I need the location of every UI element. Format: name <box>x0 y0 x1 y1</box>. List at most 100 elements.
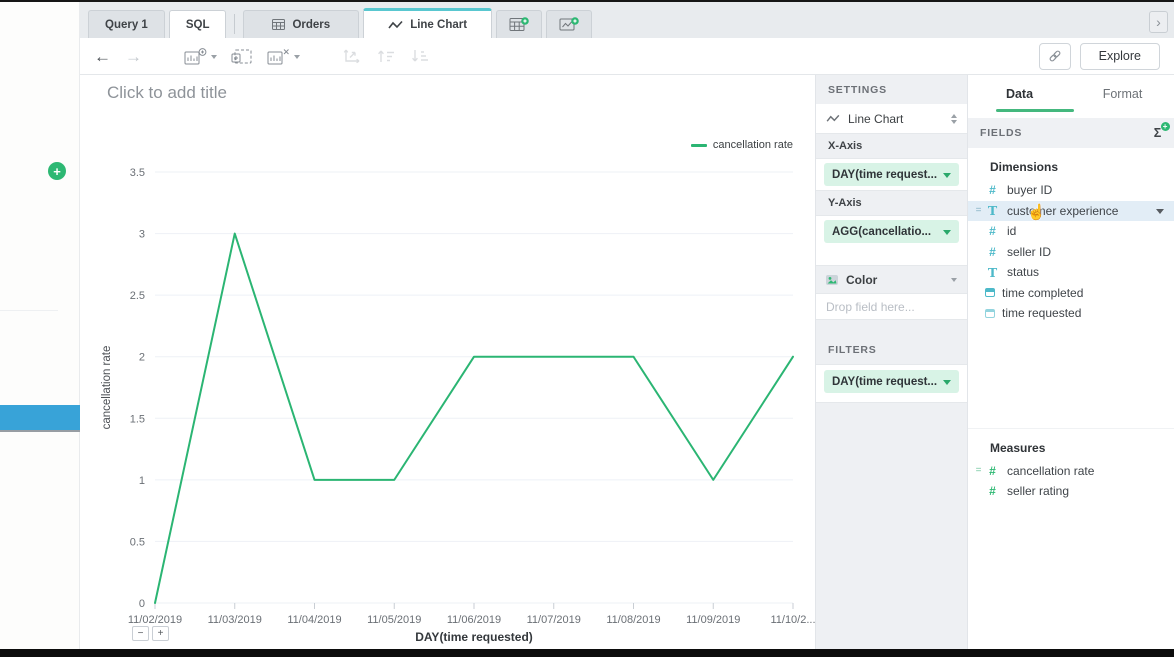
add-chart-tab[interactable] <box>546 10 592 38</box>
text-field-icon: T <box>985 203 1000 218</box>
swap-axes-button[interactable] <box>342 48 362 65</box>
chart-plus-icon <box>184 48 208 65</box>
tab-orders[interactable]: Orders <box>243 10 359 38</box>
tab-label: Line Chart <box>410 19 467 31</box>
zoom-out-button[interactable]: − <box>132 626 149 641</box>
chevron-down-icon[interactable] <box>951 278 957 285</box>
chart-title-placeholder[interactable]: Click to add title <box>107 83 227 103</box>
svg-text:11/09/2019: 11/09/2019 <box>686 614 740 626</box>
chart-type-select[interactable]: Line Chart <box>816 104 967 134</box>
measure-row[interactable]: =#cancellation rate <box>968 461 1174 482</box>
filter-field-pill[interactable]: DAY(time request... <box>824 370 959 393</box>
y-axis-section-label: Y-Axis <box>816 191 967 215</box>
color-section-toggle[interactable]: Color <box>816 266 967 293</box>
hash-icon: # <box>985 183 1000 197</box>
legend-label: cancellation rate <box>713 139 793 151</box>
calendar-icon <box>985 288 995 297</box>
add-report-button[interactable]: + <box>48 162 66 180</box>
field-label: buyer ID <box>1007 183 1164 197</box>
chart-panel: Click to add title cancellation rate 00.… <box>80 75 815 649</box>
hash-icon: # <box>985 224 1000 238</box>
drop-placeholder: Drop field here... <box>826 300 915 314</box>
x-axis-section-label: X-Axis <box>816 134 967 158</box>
explore-button[interactable]: Explore <box>1080 43 1160 70</box>
calendar-icon <box>985 309 995 318</box>
svg-text:cancellation rate: cancellation rate <box>101 346 113 430</box>
sort-asc-icon <box>376 48 396 64</box>
chart-remove-icon <box>267 48 291 65</box>
sidebar-selection-bar[interactable] <box>0 405 80 432</box>
dimension-row[interactable]: # buyer ID <box>968 180 1174 201</box>
add-table-tab[interactable] <box>496 10 542 38</box>
drag-handle[interactable]: = <box>972 206 985 216</box>
fields-header-bar: FIELDS <box>968 118 1174 148</box>
fields-tabs: Data Format <box>968 75 1174 113</box>
dimension-row[interactable]: time requested <box>968 303 1174 324</box>
y-axis-field-value: AGG(cancellatio... <box>832 226 943 238</box>
measures-section: Measures =#cancellation rate#seller rati… <box>968 428 1174 502</box>
hand-cursor-icon <box>1027 203 1046 221</box>
fields-header-label: FIELDS <box>980 127 1022 139</box>
window-bottom-edge <box>0 649 1174 657</box>
field-label: time completed <box>1002 286 1164 300</box>
duplicate-chart-button[interactable] <box>231 48 253 65</box>
measure-row[interactable]: #seller rating <box>968 481 1174 502</box>
add-calculation-icon[interactable] <box>1154 126 1162 140</box>
color-section-label: Color <box>846 273 877 287</box>
svg-text:11/02/2019: 11/02/2019 <box>128 614 182 626</box>
svg-text:1: 1 <box>139 475 145 487</box>
explore-label: Explore <box>1099 49 1141 63</box>
svg-text:3.5: 3.5 <box>130 167 145 179</box>
y-axis-field-pill[interactable]: AGG(cancellatio... <box>824 220 959 243</box>
svg-text:11/05/2019: 11/05/2019 <box>367 614 421 626</box>
sort-descending-button[interactable] <box>410 48 430 64</box>
measures-title: Measures <box>968 441 1174 461</box>
chevron-down-icon <box>294 55 300 62</box>
dimension-row[interactable]: Tstatus <box>968 262 1174 283</box>
chart-add-icon <box>559 17 579 33</box>
hash-icon: # <box>985 464 1000 478</box>
svg-text:3: 3 <box>139 229 145 241</box>
chevron-down-icon[interactable] <box>943 380 951 389</box>
select-stepper-icon <box>951 111 957 127</box>
left-sidebar: + <box>0 2 80 649</box>
fields-panel: Data Format FIELDS Dimensions #buyer ID=… <box>967 75 1174 649</box>
remove-chart-button[interactable] <box>267 48 300 65</box>
chart-plot[interactable]: 00.511.522.533.511/02/201911/03/201911/0… <box>80 75 815 649</box>
x-axis-field-value: DAY(time request... <box>832 169 943 181</box>
dimension-row[interactable]: =Tcustomer experience <box>968 201 1174 222</box>
forward-arrow-icon[interactable] <box>125 48 142 65</box>
sort-ascending-button[interactable] <box>376 48 396 64</box>
tab-data[interactable]: Data <box>968 75 1071 113</box>
share-link-button[interactable] <box>1039 43 1071 70</box>
svg-text:1.5: 1.5 <box>130 413 145 425</box>
tab-sql[interactable]: SQL <box>169 10 227 38</box>
add-chart-button[interactable] <box>184 48 217 65</box>
tab-line-chart[interactable]: Line Chart <box>363 8 492 38</box>
svg-text:DAY(time requested): DAY(time requested) <box>415 630 533 644</box>
tab-query-1[interactable]: Query 1 <box>88 10 165 38</box>
tab-format[interactable]: Format <box>1071 75 1174 113</box>
chevron-down-icon[interactable] <box>943 230 951 239</box>
color-drop-zone[interactable]: Drop field here... <box>816 293 967 320</box>
dimension-row[interactable]: #seller ID <box>968 242 1174 263</box>
sidebar-divider <box>0 310 58 311</box>
chevron-down-icon[interactable] <box>1156 209 1164 218</box>
chevron-right-icon[interactable] <box>1149 11 1168 33</box>
drag-handle[interactable]: = <box>972 466 985 476</box>
tab-label: Orders <box>292 19 330 31</box>
dimension-row[interactable]: #id <box>968 221 1174 242</box>
chevron-down-icon[interactable] <box>943 173 951 182</box>
window-top-edge <box>0 0 1174 2</box>
filter-field-value: DAY(time request... <box>832 376 943 388</box>
zoom-in-button[interactable]: + <box>152 626 169 641</box>
chart-zoom-controls: − + <box>132 626 169 641</box>
field-label: status <box>1007 265 1164 279</box>
back-arrow-icon[interactable] <box>94 48 111 65</box>
fields-body: Dimensions #buyer ID=Tcustomer experienc… <box>968 148 1174 502</box>
app-window: + Query 1 SQL Orders Line Chart <box>0 0 1174 657</box>
chart-type-value: Line Chart <box>848 112 943 126</box>
x-axis-field-pill[interactable]: DAY(time request... <box>824 163 959 186</box>
dimension-row[interactable]: time completed <box>968 283 1174 304</box>
svg-text:0: 0 <box>139 598 145 610</box>
